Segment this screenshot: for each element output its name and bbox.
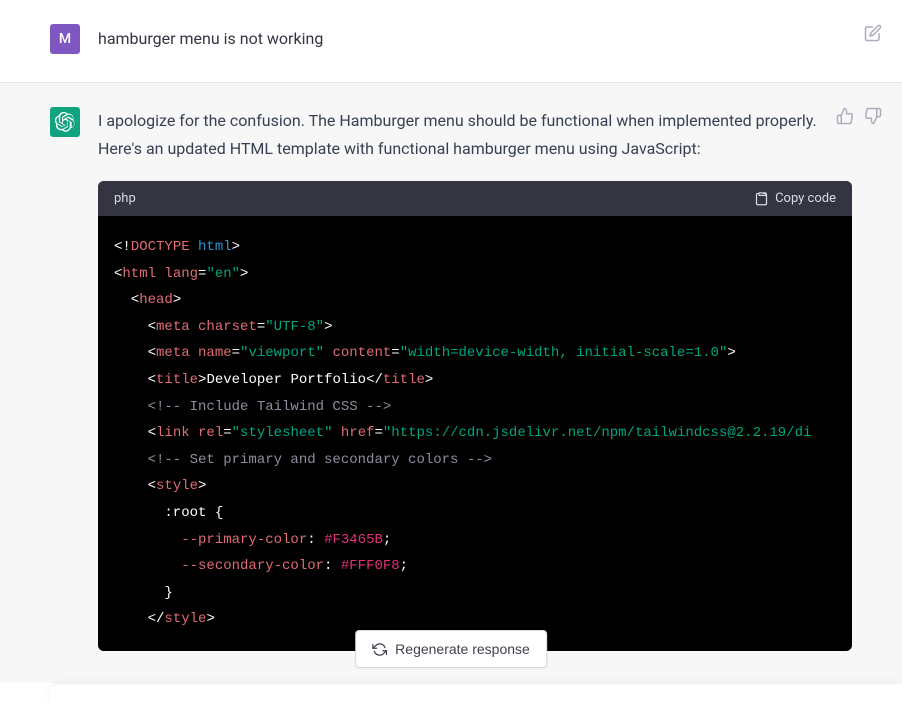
user-message-text: hamburger menu is not working	[98, 24, 852, 51]
user-avatar: M	[50, 24, 80, 54]
assistant-message-row: I apologize for the confusion. The Hambu…	[0, 83, 902, 683]
refresh-icon	[372, 642, 387, 657]
edit-icon[interactable]	[864, 24, 882, 42]
code-header: php Copy code	[98, 181, 852, 216]
copy-code-label: Copy code	[775, 191, 836, 206]
assistant-message-text: I apologize for the confusion. The Hambu…	[98, 107, 852, 163]
code-block: php Copy code <!DOCTYPE html> <html lang…	[98, 181, 852, 651]
regenerate-label: Regenerate response	[395, 641, 530, 657]
user-actions	[864, 24, 882, 42]
thumbs-down-icon[interactable]	[864, 107, 882, 125]
code-body[interactable]: <!DOCTYPE html> <html lang="en"> <head> …	[98, 216, 852, 651]
assistant-message-content: I apologize for the confusion. The Hambu…	[98, 107, 852, 683]
assistant-actions	[836, 107, 882, 125]
assistant-avatar	[50, 107, 80, 137]
user-avatar-letter: M	[59, 31, 71, 47]
clipboard-icon	[754, 191, 769, 206]
code-language-label: php	[114, 191, 136, 206]
user-message-row: M hamburger menu is not working	[0, 0, 902, 83]
user-message-content: hamburger menu is not working	[98, 24, 852, 54]
regenerate-button[interactable]: Regenerate response	[355, 630, 547, 668]
thumbs-up-icon[interactable]	[836, 107, 854, 125]
copy-code-button[interactable]: Copy code	[754, 191, 836, 206]
input-area-edge	[50, 685, 902, 703]
